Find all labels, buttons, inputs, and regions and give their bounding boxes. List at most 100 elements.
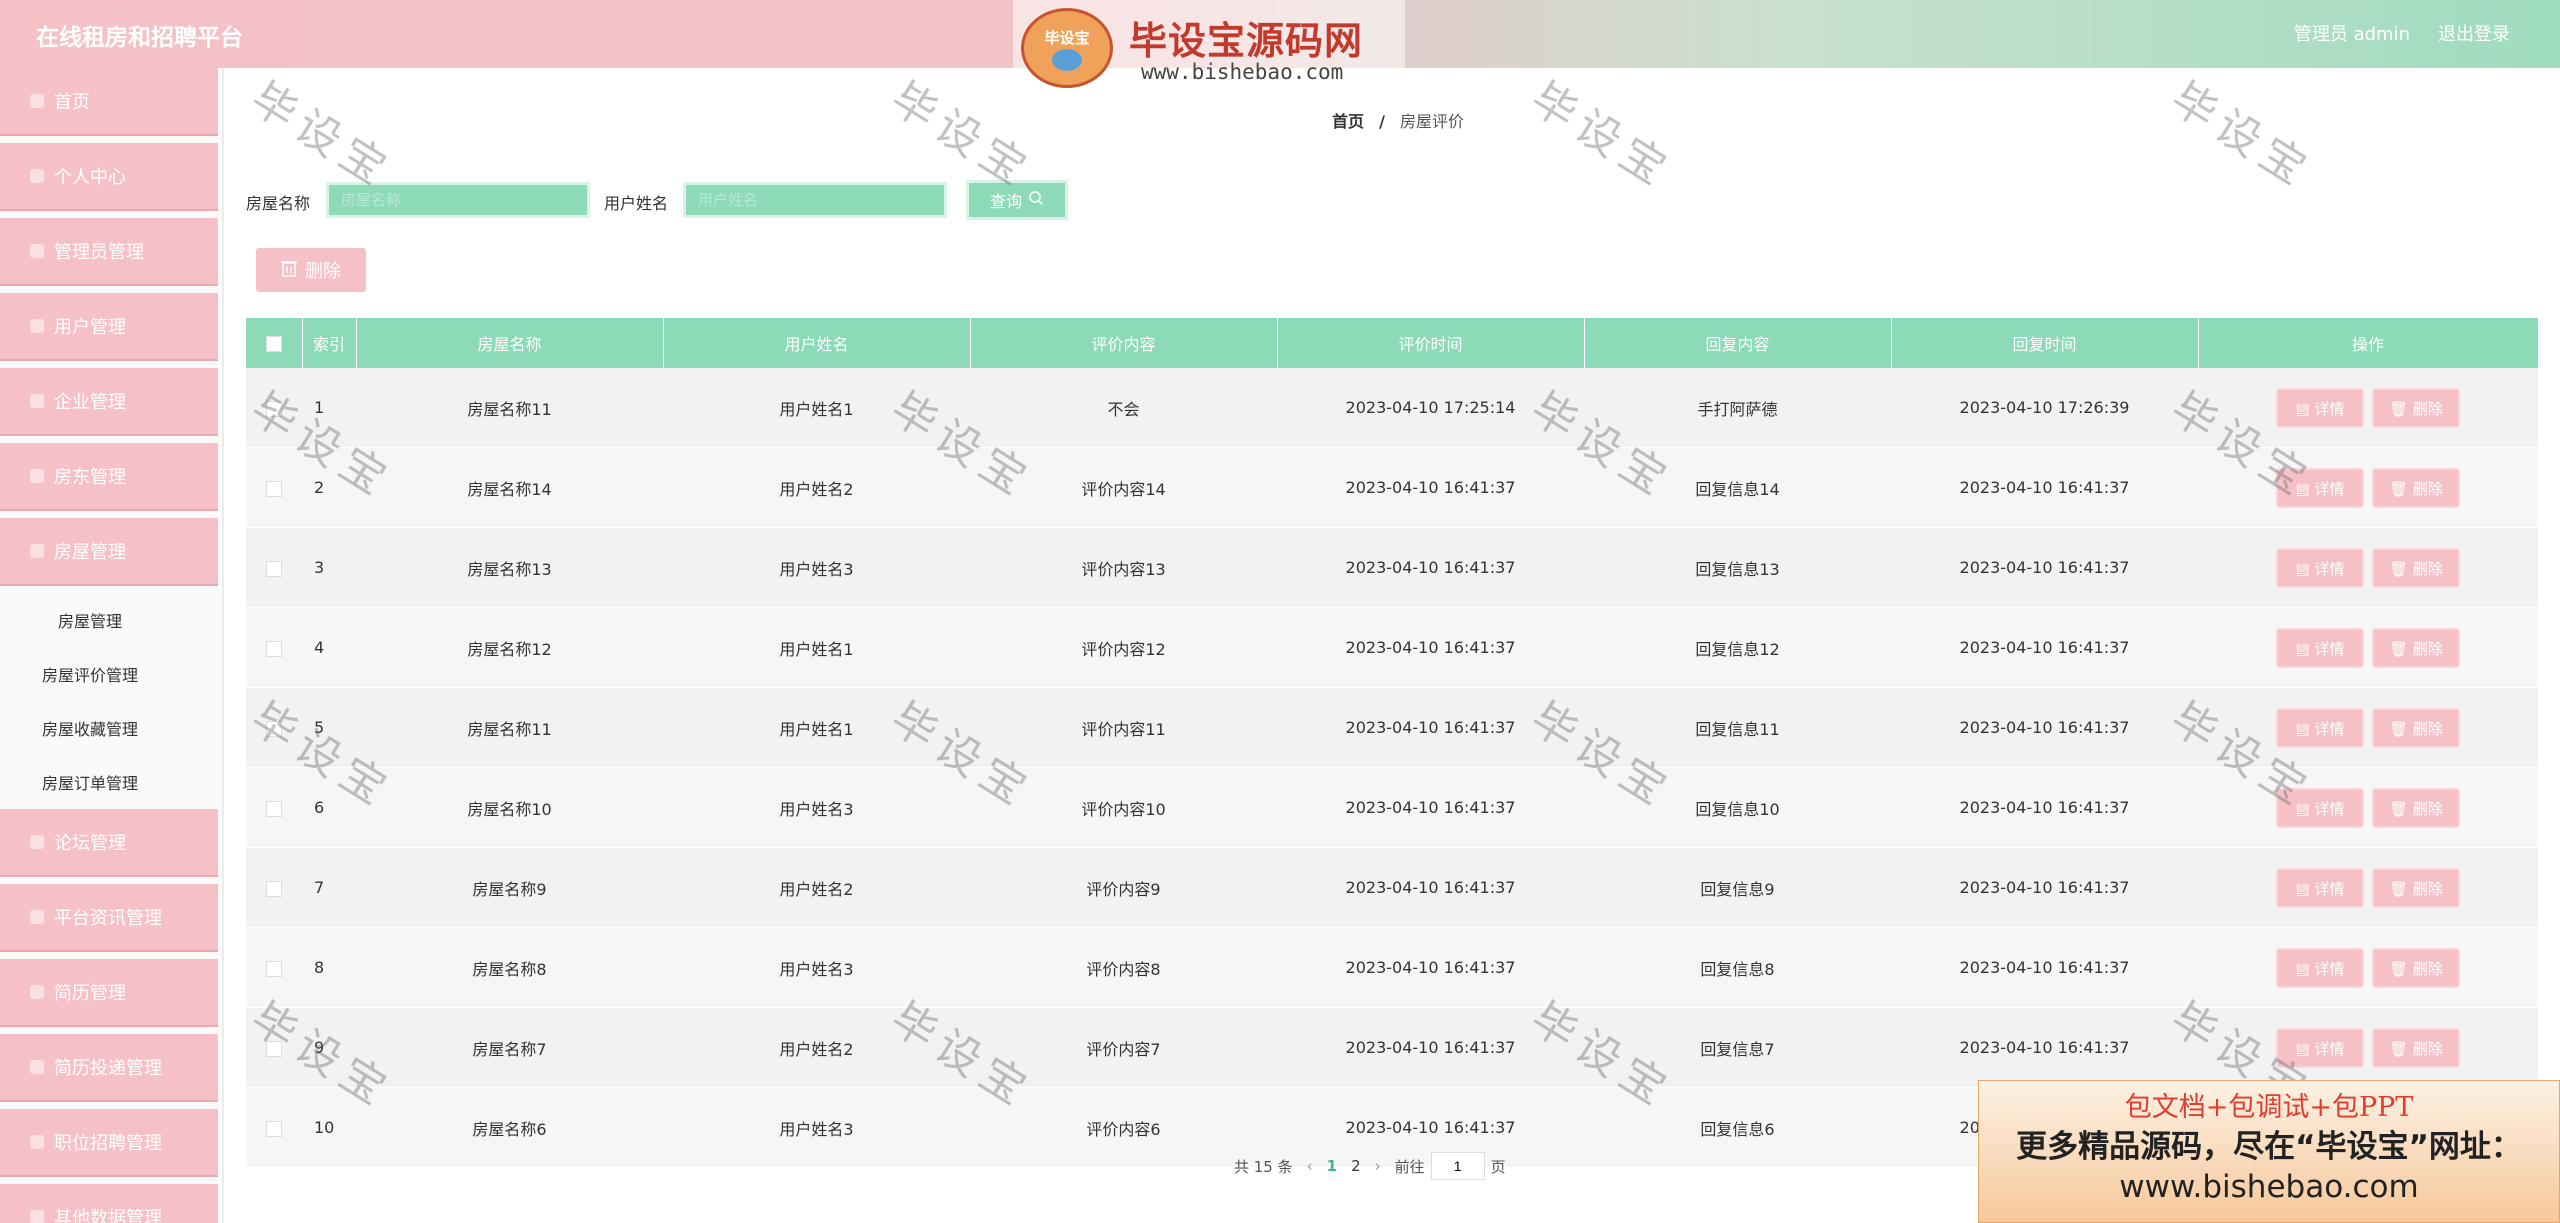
detail-icon: ▤ (2295, 399, 2315, 418)
detail-icon: ▤ (2295, 959, 2315, 978)
detail-button[interactable]: ▤ 详情 (2276, 947, 2364, 988)
table-row: 8 房屋名称8 用户姓名3 评价内容8 2023-04-10 16:41:37 回复信息8… (246, 927, 2538, 1008)
cell-content: 评价内容10 (970, 767, 1277, 848)
user-name-input[interactable] (683, 182, 947, 218)
detail-icon: ▤ (2295, 879, 2315, 898)
sidebar-item[interactable]: 简历投递管理 (0, 1034, 218, 1102)
detail-button[interactable]: ▤ 详情 (2276, 707, 2364, 748)
cell-reply-time: 2023-04-10 17:26:39 (1891, 368, 2198, 448)
page-unit: 页 (1490, 1157, 1506, 1176)
cell-reply: 回复信息13 (1584, 527, 1891, 608)
trash-icon: 🗑 (2389, 959, 2413, 978)
sidebar-item[interactable]: 论坛管理 (0, 809, 218, 877)
row-checkbox[interactable] (266, 1040, 282, 1057)
sidebar-item-label: 简历管理 (54, 983, 126, 1004)
row-delete-button[interactable]: 🗑 删除 (2372, 1027, 2460, 1068)
row-checkbox[interactable] (266, 960, 282, 977)
promo-line3: www.bishebao.com (2119, 1169, 2419, 1205)
row-delete-button[interactable]: 🗑 删除 (2372, 947, 2460, 988)
cell-reply: 回复信息14 (1584, 447, 1891, 528)
cell-user: 用户姓名1 (663, 368, 970, 448)
cell-content: 不会 (970, 368, 1277, 448)
row-checkbox[interactable] (266, 800, 282, 817)
detail-button[interactable]: ▤ 详情 (2276, 387, 2364, 428)
prev-page-icon[interactable]: ‹ (1307, 1157, 1313, 1175)
table-row: 3 房屋名称13 用户姓名3 评价内容13 2023-04-10 16:41:37 回复信… (246, 527, 2538, 608)
menu-icon (30, 94, 44, 108)
sidebar-item[interactable]: 职位招聘管理 (0, 1109, 218, 1177)
row-index: 10 (302, 1087, 356, 1168)
row-delete-button[interactable]: 🗑 删除 (2372, 387, 2460, 428)
house-name-input[interactable] (326, 182, 590, 218)
row-index: 4 (302, 607, 356, 688)
row-delete-button[interactable]: 🗑 删除 (2372, 467, 2460, 508)
detail-button[interactable]: ▤ 详情 (2276, 627, 2364, 668)
sidebar-item[interactable]: 房东管理 (0, 443, 218, 511)
trash-icon: 🗑 (2389, 559, 2413, 578)
sidebar-item[interactable]: 个人中心 (0, 143, 218, 211)
delete-label: 删除 (2412, 799, 2443, 818)
row-delete-button[interactable]: 🗑 删除 (2372, 707, 2460, 748)
goto-label: 前往 (1394, 1157, 1425, 1176)
sidebar-subitem[interactable]: 房屋管理 (0, 593, 222, 647)
watermark-logo: 毕设宝 毕设宝源码网 www.bishebao.com (1013, 0, 1405, 90)
page-number[interactable]: 1 (1327, 1157, 1337, 1175)
page-number[interactable]: 2 (1351, 1157, 1361, 1175)
sidebar-subitem[interactable]: 房屋评价管理 (0, 647, 222, 701)
sidebar-item[interactable]: 房屋管理 (0, 518, 218, 586)
row-delete-button[interactable]: 🗑 删除 (2372, 867, 2460, 908)
goto-page-input[interactable] (1430, 1152, 1485, 1180)
row-index: 6 (302, 767, 356, 848)
row-delete-button[interactable]: 🗑 删除 (2372, 547, 2460, 588)
cell-reply: 回复信息8 (1584, 927, 1891, 1008)
row-checkbox[interactable] (266, 400, 282, 417)
row-checkbox[interactable] (266, 560, 282, 577)
query-button[interactable]: 查询 (966, 180, 1068, 220)
sidebar-item[interactable]: 其他数据管理 (0, 1184, 218, 1223)
detail-button[interactable]: ▤ 详情 (2276, 467, 2364, 508)
sidebar-item[interactable]: 企业管理 (0, 368, 218, 436)
row-delete-button[interactable]: 🗑 删除 (2372, 627, 2460, 668)
column-header: 回复时间 (1891, 318, 2199, 368)
sidebar-subitem[interactable]: 房屋订单管理 (0, 755, 222, 809)
detail-button[interactable]: ▤ 详情 (2276, 787, 2364, 828)
detail-button[interactable]: ▤ 详情 (2276, 1027, 2364, 1068)
user-info: 管理员 admin (2293, 24, 2410, 45)
select-all-checkbox[interactable] (265, 336, 282, 352)
sidebar-item-label: 论坛管理 (54, 833, 126, 854)
cell-reply: 回复信息9 (1584, 847, 1891, 928)
menu-icon (30, 985, 44, 999)
sidebar: 首页 个人中心 管理员管理 用户管理 企业管理 房东管理 房屋管理 房屋管理 房屋评价管理 房屋… (0, 68, 224, 1223)
row-checkbox[interactable] (266, 880, 282, 897)
breadcrumb-home[interactable]: 首页 (1332, 112, 1364, 131)
cell-content: 评价内容8 (970, 927, 1277, 1008)
detail-icon: ▤ (2295, 719, 2315, 738)
sidebar-item[interactable]: 简历管理 (0, 959, 218, 1027)
row-checkbox[interactable] (266, 640, 282, 657)
sidebar-item[interactable]: 首页 (0, 68, 218, 136)
logout-link[interactable]: 退出登录 (2438, 20, 2510, 46)
bulk-delete-button[interactable]: 删除 (256, 248, 366, 292)
next-page-icon[interactable]: › (1375, 1157, 1381, 1175)
table-row: 7 房屋名称9 用户姓名2 评价内容9 2023-04-10 16:41:37 回复信息9… (246, 847, 2538, 928)
row-select-cell (246, 847, 302, 928)
row-checkbox[interactable] (266, 720, 282, 737)
row-checkbox[interactable] (266, 480, 282, 497)
sidebar-subitem[interactable]: 房屋收藏管理 (0, 701, 222, 755)
delete-label: 删除 (2412, 1039, 2443, 1058)
sidebar-item[interactable]: 管理员管理 (0, 218, 218, 286)
row-actions: ▤ 详情🗑 删除 (2198, 1007, 2538, 1088)
sidebar-item-label: 用户管理 (54, 317, 126, 338)
menu-icon (30, 910, 44, 924)
sidebar-item[interactable]: 平台资讯管理 (0, 884, 218, 952)
detail-button[interactable]: ▤ 详情 (2276, 547, 2364, 588)
row-index: 1 (302, 368, 356, 448)
cell-reply-time: 2023-04-10 16:41:37 (1891, 447, 2198, 528)
sidebar-item[interactable]: 用户管理 (0, 293, 218, 361)
trash-icon (281, 259, 297, 282)
row-delete-button[interactable]: 🗑 删除 (2372, 787, 2460, 828)
detail-button[interactable]: ▤ 详情 (2276, 867, 2364, 908)
delete-label: 删除 (2412, 719, 2443, 738)
row-checkbox[interactable] (266, 1120, 282, 1137)
row-actions: ▤ 详情🗑 删除 (2198, 447, 2538, 528)
